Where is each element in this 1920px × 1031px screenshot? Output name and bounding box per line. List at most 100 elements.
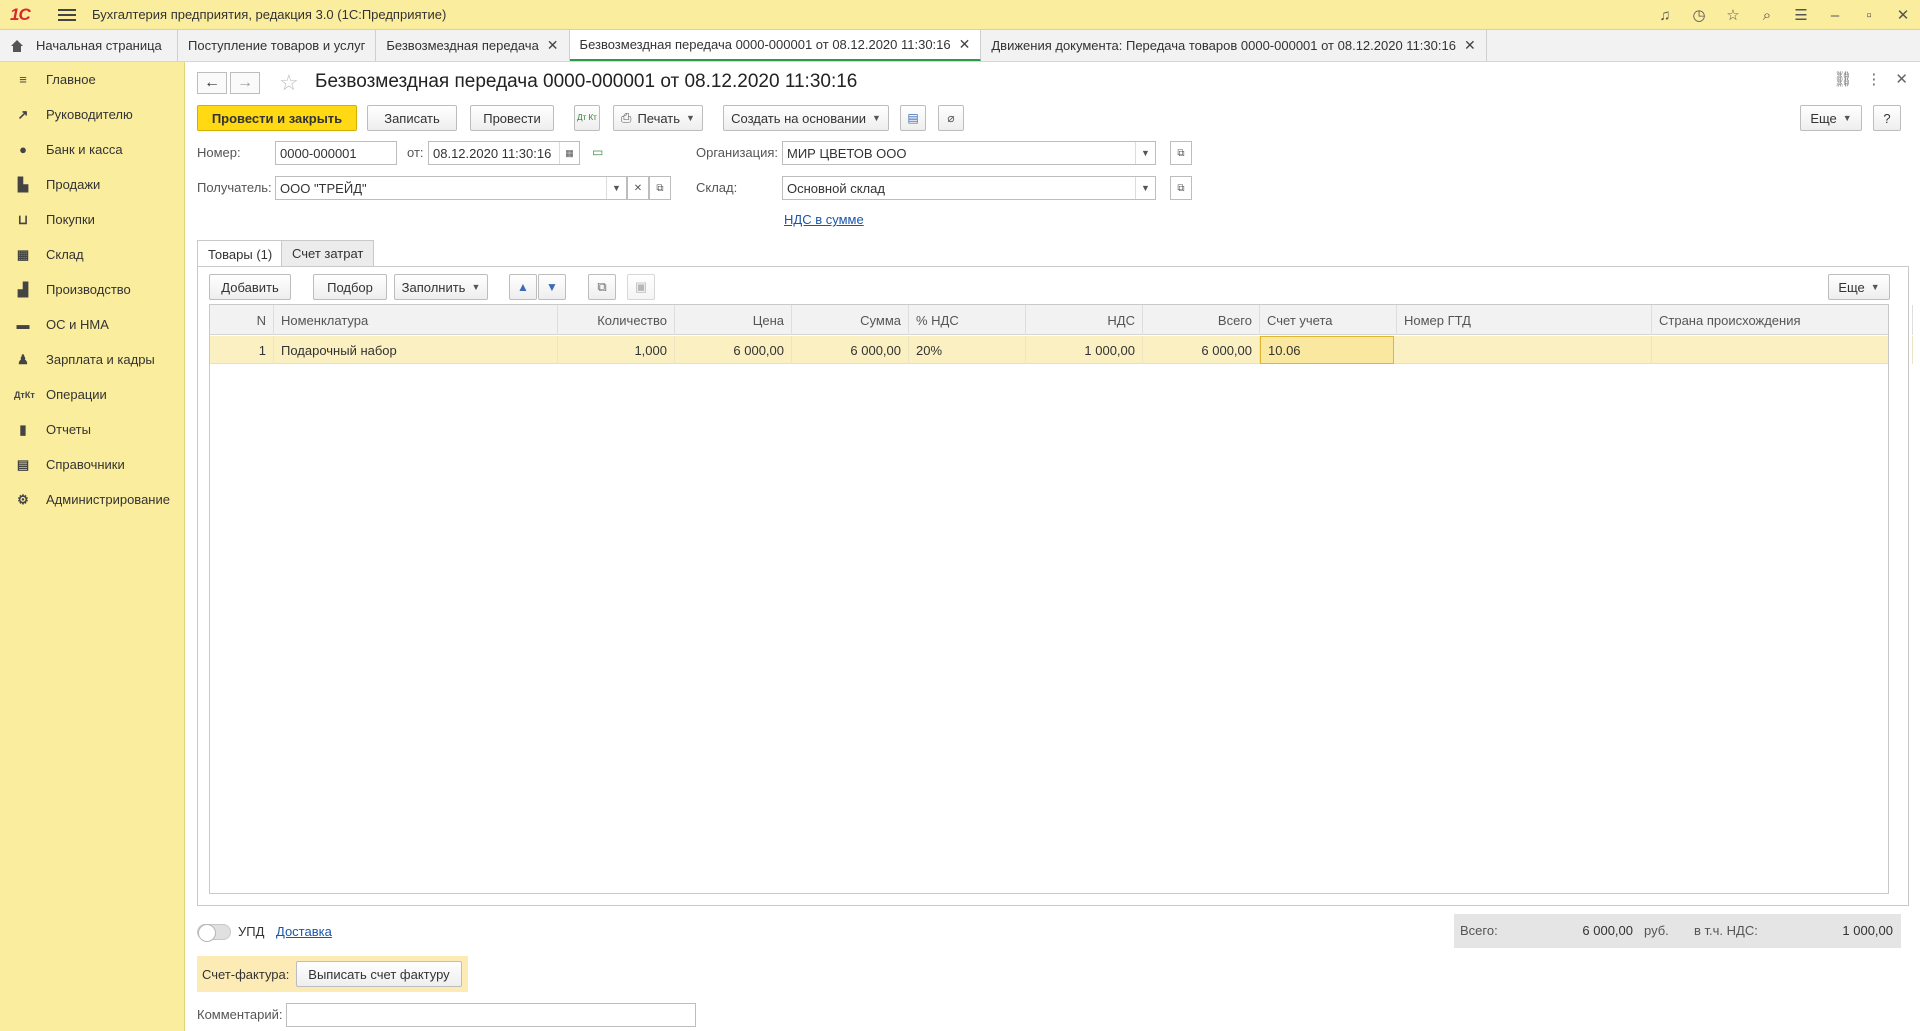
cell-item[interactable]: Подарочный набор (274, 336, 558, 364)
back-button[interactable]: ← (197, 72, 227, 94)
organization-field[interactable]: МИР ЦВЕТОВ ООО ▼ (782, 141, 1156, 165)
tab-free-transfer-doc[interactable]: Безвозмездная передача 0000-000001 от 08… (569, 30, 982, 61)
table-row[interactable]: 1 Подарочный набор 1,000 6 000,00 6 000,… (210, 336, 1913, 364)
date-field[interactable]: 08.12.2020 11:30:16 ▦ (428, 141, 580, 165)
copy-row-button[interactable]: ⧉ (588, 274, 616, 300)
cell-total[interactable]: 6 000,00 (1143, 336, 1260, 364)
close-tab-icon[interactable]: ✕ (959, 36, 971, 53)
sidebar-item-admin[interactable]: ⚙ Администрирование (0, 482, 184, 517)
col-header-gtd[interactable]: Номер ГТД (1397, 305, 1652, 335)
cell-country[interactable] (1652, 336, 1913, 364)
minimize-icon[interactable]: – (1818, 0, 1852, 30)
cell-price[interactable]: 6 000,00 (675, 336, 792, 364)
cell-vat-rate[interactable]: 20% (909, 336, 1026, 364)
col-header-total[interactable]: Всего (1143, 305, 1260, 335)
col-header-sum[interactable]: Сумма (792, 305, 909, 335)
col-header-price[interactable]: Цена (675, 305, 792, 335)
pick-button[interactable]: Подбор (313, 274, 387, 300)
settings-menu-icon[interactable]: ☰ (1784, 0, 1818, 30)
cell-sum[interactable]: 6 000,00 (792, 336, 909, 364)
tab-home[interactable]: Начальная страница (0, 30, 178, 61)
chevron-down-icon[interactable]: ▼ (1135, 142, 1155, 164)
upd-toggle[interactable] (197, 924, 231, 942)
structure-button[interactable]: ▤ (900, 105, 926, 131)
more-vertical-icon[interactable]: ⋮ (1866, 70, 1881, 88)
sidebar-item-production[interactable]: ▟ Производство (0, 272, 184, 307)
recipient-field[interactable]: ООО "ТРЕЙД" ▼ (275, 176, 627, 200)
chevron-down-icon[interactable]: ▼ (1135, 177, 1155, 199)
close-window-icon[interactable]: ✕ (1886, 0, 1920, 30)
sidebar-item-warehouse[interactable]: ▦ Склад (0, 237, 184, 272)
close-form-icon[interactable]: ✕ (1895, 70, 1908, 88)
sidebar-item-payroll[interactable]: ♟ Зарплата и кадры (0, 342, 184, 377)
cell-account[interactable]: 10.06 (1260, 336, 1394, 364)
post-button[interactable]: Провести (470, 105, 554, 131)
tab-cost-account[interactable]: Счет затрат (281, 240, 375, 266)
col-header-account[interactable]: Счет учета (1260, 305, 1397, 335)
forward-button[interactable]: → (230, 72, 260, 94)
number-field[interactable]: 0000-000001 (275, 141, 397, 165)
form-check-icon[interactable]: ▭ (592, 145, 603, 159)
fill-button[interactable]: Заполнить ▼ (394, 274, 488, 300)
dt-kt-button[interactable]: Дт Кт (574, 105, 600, 131)
cell-gtd[interactable] (1397, 336, 1652, 364)
cell-vat[interactable]: 1 000,00 (1026, 336, 1143, 364)
sidebar-item-reports[interactable]: ▮ Отчеты (0, 412, 184, 447)
close-tab-icon[interactable]: ✕ (547, 37, 559, 54)
open-recipient-icon[interactable]: ⧉ (649, 176, 671, 200)
col-header-country[interactable]: Страна происхождения (1652, 305, 1913, 335)
sidebar-item-main[interactable]: ≡ Главное (0, 62, 184, 97)
sidebar-item-bank[interactable]: ● Банк и касса (0, 132, 184, 167)
clear-recipient-icon[interactable]: ✕ (627, 176, 649, 200)
open-warehouse-icon[interactable]: ⧉ (1170, 176, 1192, 200)
sidebar-item-manager[interactable]: ↗ Руководителю (0, 97, 184, 132)
maximize-icon[interactable]: ▫ (1852, 0, 1886, 30)
table-more-button[interactable]: Еще ▼ (1828, 274, 1890, 300)
recipient-value: ООО "ТРЕЙД" (280, 180, 367, 196)
chevron-down-icon[interactable]: ▼ (606, 177, 626, 199)
tab-free-transfer-list[interactable]: Безвозмездная передача ✕ (376, 30, 570, 61)
print-button[interactable]: ⎙ Печать ▼ (613, 105, 703, 131)
home-icon (10, 39, 24, 52)
vat-in-sum-link[interactable]: НДС в сумме (784, 212, 864, 227)
calendar-icon[interactable]: ▦ (559, 142, 579, 164)
col-header-vat[interactable]: НДС (1026, 305, 1143, 335)
post-and-close-button[interactable]: Провести и закрыть (197, 105, 357, 131)
open-organization-icon[interactable]: ⧉ (1170, 141, 1192, 165)
col-header-vat-rate[interactable]: % НДС (909, 305, 1026, 335)
more-button[interactable]: Еще ▼ (1800, 105, 1862, 131)
cell-qty[interactable]: 1,000 (558, 336, 675, 364)
sidebar-item-fixed-assets[interactable]: ▬ ОС и НМА (0, 307, 184, 342)
favorite-star-icon[interactable]: ☆ (279, 70, 299, 96)
attach-button[interactable]: ⌀ (938, 105, 964, 131)
create-based-on-button[interactable]: Создать на основании ▼ (723, 105, 889, 131)
delivery-link[interactable]: Доставка (276, 924, 332, 939)
move-up-button[interactable]: ▲ (509, 274, 537, 300)
sidebar-item-purchases[interactable]: ⊔ Покупки (0, 202, 184, 237)
paste-row-button[interactable]: ▣ (627, 274, 655, 300)
history-icon[interactable]: ◷ (1682, 0, 1716, 30)
col-header-n[interactable]: N (210, 305, 274, 335)
tab-goods[interactable]: Товары (1) (197, 240, 284, 267)
main-menu-icon[interactable] (58, 8, 76, 21)
issue-invoice-button[interactable]: Выписать счет фактуру (296, 961, 462, 987)
cell-n[interactable]: 1 (210, 336, 274, 364)
col-header-qty[interactable]: Количество (558, 305, 675, 335)
link-icon[interactable]: ⛓ (1833, 70, 1852, 88)
warehouse-field[interactable]: Основной склад ▼ (782, 176, 1156, 200)
tab-receipt-goods[interactable]: Поступление товаров и услуг (178, 30, 377, 61)
col-header-item[interactable]: Номенклатура (274, 305, 558, 335)
sidebar-item-sales[interactable]: ▙ Продажи (0, 167, 184, 202)
add-row-button[interactable]: Добавить (209, 274, 291, 300)
close-tab-icon[interactable]: ✕ (1464, 37, 1476, 54)
help-button[interactable]: ? (1873, 105, 1901, 131)
move-down-button[interactable]: ▼ (538, 274, 566, 300)
sidebar-item-catalogs[interactable]: ▤ Справочники (0, 447, 184, 482)
save-button[interactable]: Записать (367, 105, 457, 131)
bell-icon[interactable]: ♫ (1648, 0, 1682, 30)
comment-input[interactable] (286, 1003, 696, 1027)
sidebar-item-operations[interactable]: ДтКт Операции (0, 377, 184, 412)
tab-document-movements[interactable]: Движения документа: Передача товаров 000… (981, 30, 1487, 61)
favorites-star-icon[interactable]: ☆ (1716, 0, 1750, 30)
search-icon[interactable]: ⌕ (1750, 0, 1784, 30)
